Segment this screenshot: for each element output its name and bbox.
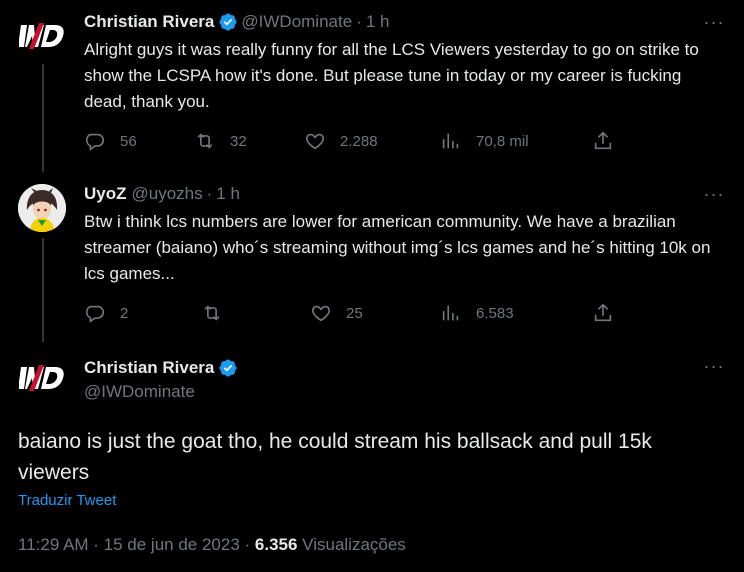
anime-avatar-icon [18, 184, 66, 232]
analytics-icon [442, 305, 459, 321]
share-icon [594, 131, 612, 150]
timestamp[interactable]: 1 h [366, 12, 390, 32]
views-button[interactable]: 6.583 [440, 302, 514, 324]
tweet-header: UyoZ @uyozhs · 1 h [84, 184, 240, 204]
display-name[interactable]: Christian Rivera [84, 358, 214, 378]
timestamp[interactable]: 1 h [216, 184, 240, 204]
share-button[interactable] [592, 302, 614, 324]
reply-icon [85, 305, 105, 323]
tweet-datetime[interactable]: 11:29 AM · 15 de jun de 2023 · [18, 535, 255, 554]
action-bar: 56 32 2.288 70,8 mil [84, 130, 724, 154]
views-count[interactable]: 6.356 [255, 535, 298, 554]
more-options-icon[interactable]: ··· [704, 12, 724, 32]
handle[interactable]: @uyozhs [132, 184, 203, 204]
display-name[interactable]: Christian Rivera [84, 12, 214, 32]
separator-dot: · [356, 12, 362, 31]
like-button[interactable]: 25 [310, 302, 363, 324]
separator-dot: · [206, 184, 213, 203]
verified-badge-icon[interactable] [218, 12, 238, 32]
tweet-1[interactable]: Christian Rivera @IWDominate · 1 h ··· A… [0, 0, 744, 172]
tweet-meta: 11:29 AM · 15 de jun de 2023 · 6.356 Vis… [18, 535, 406, 555]
reply-button[interactable]: 2 [84, 302, 128, 324]
like-button[interactable]: 2.288 [304, 130, 378, 152]
share-button[interactable] [592, 130, 614, 152]
heart-icon [311, 305, 331, 322]
tweet-header: Christian Rivera @IWDominate · 1 h [84, 12, 390, 32]
heart-icon [305, 133, 325, 150]
retweet-button[interactable] [201, 302, 223, 324]
tweet-text: Btw i think lcs numbers are lower for am… [84, 212, 711, 283]
avatar[interactable] [18, 184, 66, 232]
author-name-row: Christian Rivera [84, 358, 241, 378]
avatar[interactable] [18, 354, 66, 402]
action-bar: 2 25 6.583 [84, 302, 724, 326]
views-count: 6.583 [476, 304, 514, 322]
iwd-logo-icon [19, 365, 64, 391]
verified-badge-icon[interactable] [218, 358, 238, 378]
avatar[interactable] [18, 12, 66, 60]
author-handle-row: @IWDominate [84, 382, 195, 402]
analytics-icon [442, 133, 459, 149]
display-name[interactable]: UyoZ [84, 184, 127, 204]
views-count: 70,8 mil [476, 132, 529, 150]
reply-count: 2 [120, 304, 129, 322]
retweet-icon [204, 305, 220, 321]
tweet-text: Alright guys it was really funny for all… [84, 40, 699, 111]
views-button[interactable]: 70,8 mil [440, 130, 529, 152]
reply-button[interactable]: 56 [84, 130, 137, 152]
reply-count: 56 [120, 132, 137, 150]
handle[interactable]: @IWDominate [84, 382, 195, 402]
retweet-count: 32 [230, 132, 247, 150]
retweet-button[interactable]: 32 [194, 130, 247, 152]
like-count: 25 [346, 304, 363, 322]
share-icon [594, 303, 612, 322]
translate-tweet-link[interactable]: Traduzir Tweet [18, 492, 116, 509]
like-count: 2.288 [340, 132, 378, 150]
views-label: Visualizações [297, 535, 406, 554]
retweet-icon [197, 133, 213, 149]
handle[interactable]: @IWDominate [241, 12, 352, 32]
reply-icon [85, 133, 105, 151]
iwd-logo-icon [19, 23, 64, 49]
main-tweet-text: baiano is just the goat tho, he could st… [18, 430, 652, 484]
more-options-icon[interactable]: ··· [704, 184, 724, 204]
tweet-2[interactable]: UyoZ @uyozhs · 1 h ··· Btw i think lcs n… [0, 172, 744, 342]
more-options-icon[interactable]: ··· [704, 356, 724, 376]
